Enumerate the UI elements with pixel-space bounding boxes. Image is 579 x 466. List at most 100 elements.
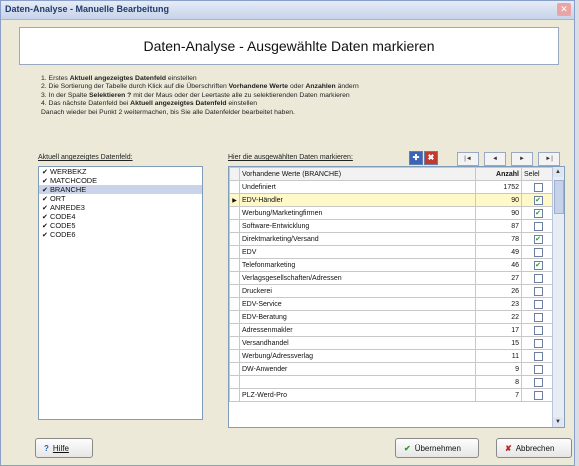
count-cell: 49	[475, 245, 522, 259]
select-cell	[521, 180, 555, 194]
row-pointer-icon	[229, 258, 240, 272]
table-row[interactable]: Werbung/Adressverlag 11	[229, 349, 555, 363]
select-checkbox[interactable]	[533, 325, 543, 335]
select-cell	[521, 310, 555, 324]
row-pointer-icon	[229, 245, 240, 259]
close-icon[interactable]: ✕	[557, 3, 571, 16]
row-pointer-icon	[229, 284, 240, 298]
select-checkbox[interactable]	[533, 390, 543, 400]
select-checkbox[interactable]: ✔	[533, 195, 543, 205]
scroll-down-icon[interactable]: ▼	[553, 417, 563, 427]
count-cell: 7	[475, 388, 522, 402]
select-checkbox[interactable]	[533, 182, 543, 192]
value-cell: Werbung/Adressverlag	[239, 349, 476, 363]
select-checkbox[interactable]	[533, 221, 543, 231]
select-checkbox[interactable]	[533, 312, 543, 322]
select-cell	[521, 388, 555, 402]
select-checkbox[interactable]: ✔	[533, 208, 543, 218]
count-cell: 90	[475, 193, 522, 207]
select-cell	[521, 297, 555, 311]
select-checkbox[interactable]	[533, 377, 543, 387]
row-pointer-icon	[229, 297, 240, 311]
count-cell: 1752	[475, 180, 522, 194]
datafield-item[interactable]: ✔ WERBEKZ	[39, 167, 202, 176]
column-header-values[interactable]: Vorhandene Werte (BRANCHE)	[239, 167, 476, 181]
count-cell: 9	[475, 362, 522, 376]
deselect-all-icon[interactable]: ✖	[424, 151, 438, 165]
x-icon: ✘	[505, 444, 512, 453]
value-cell: Software-Entwicklung	[239, 219, 476, 233]
table-row[interactable]: EDV-Service 23	[229, 297, 555, 311]
row-pointer-icon: ▶	[229, 193, 240, 207]
table-row[interactable]: EDV-Beratung 22	[229, 310, 555, 324]
select-checkbox[interactable]	[533, 286, 543, 296]
table-row[interactable]: Adressenmakler 17	[229, 323, 555, 337]
grid-header-indicator	[229, 167, 240, 181]
table-row[interactable]: Werbung/Marketingfirmen 90 ✔	[229, 206, 555, 220]
row-pointer-icon	[229, 362, 240, 376]
table-row[interactable]: Verlagsgesellschaften/Adressen 27	[229, 271, 555, 285]
select-checkbox[interactable]	[533, 273, 543, 283]
row-pointer-icon	[229, 349, 240, 363]
page-title: Daten-Analyse - Ausgewählte Daten markie…	[143, 38, 435, 54]
next-record-icon[interactable]: ►	[511, 152, 533, 166]
select-checkbox[interactable]	[533, 338, 543, 348]
select-checkbox[interactable]	[533, 351, 543, 361]
value-cell: EDV-Service	[239, 297, 476, 311]
table-row[interactable]: 8	[229, 375, 555, 389]
select-cell	[521, 219, 555, 233]
table-row[interactable]: Undefiniert 1752	[229, 180, 555, 194]
row-pointer-icon	[229, 375, 240, 389]
row-pointer-icon	[229, 310, 240, 324]
datafield-item[interactable]: ✔ BRANCHE	[39, 185, 202, 194]
table-row[interactable]: Telefonmarketing 46 ✔	[229, 258, 555, 272]
title-bar[interactable]: Daten-Analyse - Manuelle Bearbeitung ✕	[1, 1, 574, 20]
first-record-icon[interactable]: |◄	[457, 152, 479, 166]
value-cell: EDV	[239, 245, 476, 259]
count-cell: 87	[475, 219, 522, 233]
column-header-count[interactable]: Anzahl	[475, 167, 522, 181]
datafield-list[interactable]: ✔ WERBEKZ ✔ MATCHCODE ✔ BRANCHE ✔ ORT ✔ ANREDE3 ✔ C…	[38, 166, 203, 420]
cancel-button[interactable]: ✘ Abbrechen	[496, 438, 572, 458]
datafield-item[interactable]: ✔ CODE4	[39, 212, 202, 221]
instruction-line: Danach wieder bei Punkt 2 weitermachen, …	[41, 108, 295, 116]
table-row[interactable]: PLZ-Werd-Pro 7	[229, 388, 555, 402]
datafield-item[interactable]: ✔ MATCHCODE	[39, 176, 202, 185]
select-all-icon[interactable]: ✚	[409, 151, 423, 165]
table-row[interactable]: EDV 49	[229, 245, 555, 259]
apply-button[interactable]: ✔ Übernehmen	[395, 438, 479, 458]
count-cell: 26	[475, 284, 522, 298]
select-cell: ✔	[521, 193, 555, 207]
select-cell	[521, 349, 555, 363]
row-pointer-icon	[229, 388, 240, 402]
scroll-thumb[interactable]	[554, 180, 564, 214]
value-cell: Adressenmakler	[239, 323, 476, 337]
scroll-up-icon[interactable]: ▲	[553, 167, 563, 177]
select-checkbox[interactable]: ✔	[533, 234, 543, 244]
instructions: 1. Erstes Aktuell angezeigtes Datenfeld …	[41, 75, 501, 117]
last-record-icon[interactable]: ►|	[538, 152, 560, 166]
grid-scrollbar[interactable]: ▲ ▼	[552, 167, 564, 427]
select-checkbox[interactable]	[533, 299, 543, 309]
table-row[interactable]: Software-Entwicklung 87	[229, 219, 555, 233]
values-grid[interactable]: Vorhandene Werte (BRANCHE) Anzahl Selel …	[228, 166, 565, 428]
value-cell: Druckerei	[239, 284, 476, 298]
datafield-item[interactable]: ✔ CODE6	[39, 230, 202, 239]
help-button[interactable]: ? Hilfe	[35, 438, 93, 458]
table-row[interactable]: Direktmarketing/Versand 78 ✔	[229, 232, 555, 246]
column-header-select[interactable]: Selel	[521, 167, 555, 181]
prev-record-icon[interactable]: ◄	[484, 152, 506, 166]
datafield-item[interactable]: ✔ ORT	[39, 194, 202, 203]
table-row[interactable]: Versandhandel 15	[229, 336, 555, 350]
select-checkbox[interactable]: ✔	[533, 260, 543, 270]
select-checkbox[interactable]	[533, 364, 543, 374]
table-row[interactable]: ▶ EDV-Händler 90 ✔	[229, 193, 555, 207]
table-row[interactable]: DW-Anwender 9	[229, 362, 555, 376]
table-row[interactable]: Druckerei 26	[229, 284, 555, 298]
value-cell: Direktmarketing/Versand	[239, 232, 476, 246]
select-checkbox[interactable]	[533, 247, 543, 257]
datafield-item[interactable]: ✔ CODE5	[39, 221, 202, 230]
count-cell: 46	[475, 258, 522, 272]
value-cell: EDV-Händler	[239, 193, 476, 207]
datafield-item[interactable]: ✔ ANREDE3	[39, 203, 202, 212]
